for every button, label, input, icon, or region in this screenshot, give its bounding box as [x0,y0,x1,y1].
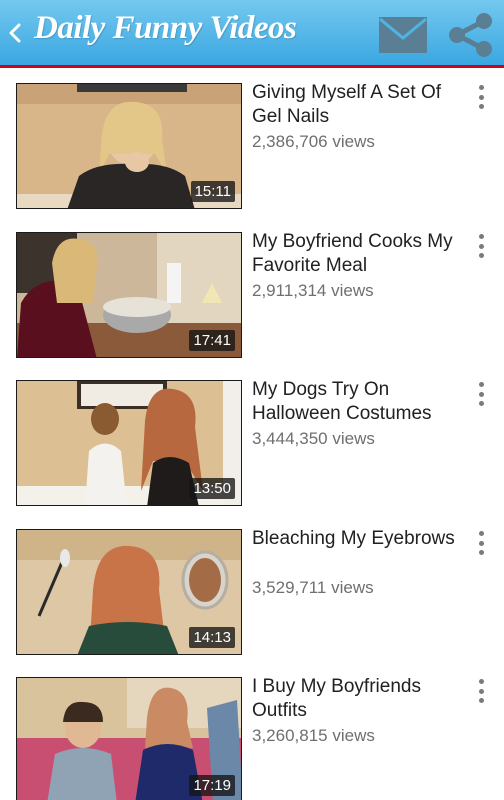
video-thumbnail[interactable]: 13:50 [16,380,242,506]
back-button[interactable] [4,20,26,46]
mail-button[interactable] [378,16,428,54]
share-button[interactable] [446,12,496,58]
video-views: 2,911,314 views [252,281,374,300]
envelope-icon [379,17,427,53]
video-thumbnail[interactable]: 17:19 [16,677,242,800]
more-vert-icon [478,679,484,684]
more-options-button[interactable] [470,232,492,260]
video-duration: 13:50 [189,478,235,499]
video-title[interactable]: I Buy My Boyfriends Outfits [252,675,462,723]
video-item[interactable]: 14:13 Bleaching My Eyebrows 3,529,711 vi… [0,517,504,655]
more-options-button[interactable] [470,529,492,557]
video-item[interactable]: 13:50 My Dogs Try On Halloween Costumes … [0,368,504,506]
video-title[interactable]: Bleaching My Eyebrows [252,527,462,551]
more-vert-icon [478,382,484,387]
video-title[interactable]: My Dogs Try On Halloween Costumes [252,378,462,426]
video-views: 3,529,711 views [252,578,374,597]
more-options-button[interactable] [470,677,492,705]
share-icon [449,13,492,57]
video-thumbnail[interactable]: 15:11 [16,83,242,209]
more-options-button[interactable] [470,83,492,111]
more-options-button[interactable] [470,380,492,408]
more-vert-icon [478,85,484,90]
video-item[interactable]: 17:41 My Boyfriend Cooks My Favorite Mea… [0,220,504,358]
video-title[interactable]: My Boyfriend Cooks My Favorite Meal [252,230,462,278]
video-views: 2,386,706 views [252,132,375,151]
video-duration: 15:11 [190,181,235,202]
chevron-left-icon [9,23,21,43]
more-vert-icon [478,531,484,536]
video-thumbnail[interactable]: 14:13 [16,529,242,655]
video-title[interactable]: Giving Myself A Set Of Gel Nails [252,81,462,129]
app-bar: Daily Funny Videos [0,0,504,68]
video-item[interactable]: 15:11 Giving Myself A Set Of Gel Nails 2… [0,71,504,209]
video-duration: 14:13 [189,627,235,648]
video-thumbnail[interactable]: 17:41 [16,232,242,358]
video-duration: 17:41 [189,330,235,351]
app-title: Daily Funny Videos [34,10,297,46]
video-item[interactable]: 17:19 I Buy My Boyfriends Outfits 3,260,… [0,665,504,800]
more-vert-icon [478,234,484,239]
video-views: 3,444,350 views [252,429,375,448]
video-duration: 17:19 [189,775,235,796]
video-views: 3,260,815 views [252,726,375,745]
